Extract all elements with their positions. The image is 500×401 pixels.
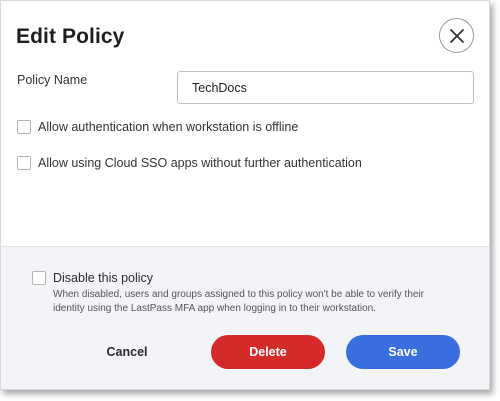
option-cloud-sso[interactable]: Allow using Cloud SSO apps without furth… [17, 156, 362, 170]
option-offline-auth[interactable]: Allow authentication when workstation is… [17, 120, 298, 134]
cloud-sso-checkbox[interactable] [17, 156, 31, 170]
disable-policy-checkbox[interactable] [32, 271, 46, 285]
offline-auth-checkbox[interactable] [17, 120, 31, 134]
save-button[interactable]: Save [346, 335, 460, 369]
edit-policy-dialog: Edit Policy Policy Name Allow authentica… [0, 0, 490, 390]
disable-policy-description: When disabled, users and groups assigned… [53, 289, 425, 314]
cancel-button[interactable]: Cancel [91, 335, 163, 369]
cloud-sso-label: Allow using Cloud SSO apps without furth… [38, 156, 362, 170]
disable-policy-label: Disable this policy [53, 271, 154, 285]
close-button[interactable] [439, 18, 474, 53]
close-icon [449, 28, 464, 43]
delete-button[interactable]: Delete [211, 335, 325, 369]
policy-name-input[interactable] [177, 71, 474, 104]
policy-name-label: Policy Name [17, 73, 88, 87]
dialog-title: Edit Policy [16, 25, 125, 48]
offline-auth-label: Allow authentication when workstation is… [38, 120, 299, 134]
